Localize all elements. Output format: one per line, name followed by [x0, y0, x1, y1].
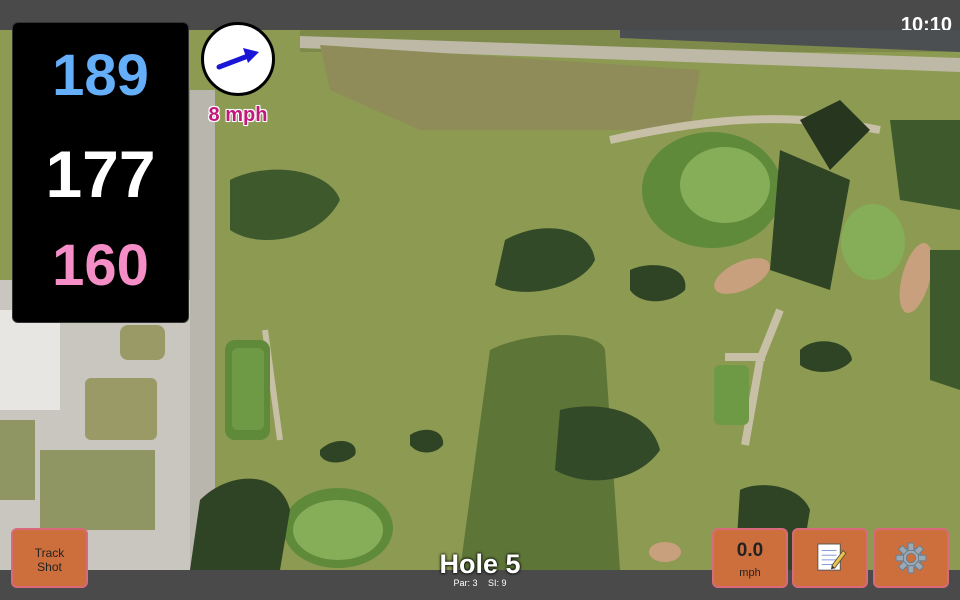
settings-button[interactable]: [873, 528, 949, 588]
hole-par: Par: 3: [453, 578, 478, 588]
hole-stroke-index: SI: 9: [488, 578, 507, 588]
yardage-panel: 189 177 160: [12, 22, 189, 323]
wind-direction-dial: [201, 22, 275, 96]
hole-details: Par: 3 SI: 9: [380, 578, 580, 588]
track-shot-label-line1: Track: [34, 546, 65, 560]
front-yardage: 160: [52, 233, 149, 298]
middle-yardage: 177: [45, 137, 156, 211]
track-shot-button[interactable]: Track Shot: [11, 528, 88, 588]
back-yardage: 189: [52, 43, 149, 108]
wind-arrow-icon: [216, 48, 259, 70]
speed-unit: mph: [739, 567, 761, 579]
wind-speed: 8 mph: [208, 104, 268, 126]
notepad-icon: [817, 543, 847, 571]
speed-value: 0.0: [736, 540, 764, 561]
gear-icon: [895, 542, 927, 574]
track-shot-label-line2: Shot: [37, 560, 62, 574]
speed-button[interactable]: 0.0 mph: [712, 528, 788, 588]
hole-title: Hole 5: [439, 549, 521, 579]
notes-button[interactable]: [792, 528, 868, 588]
